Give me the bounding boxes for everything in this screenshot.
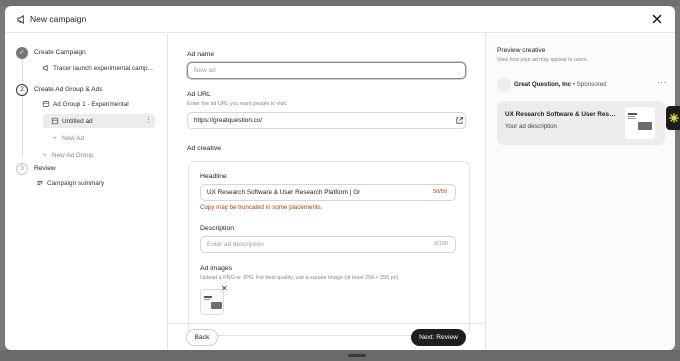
back-button[interactable]: Back xyxy=(186,329,218,346)
steps-rail: ✓ Create Campaign Tracer launch experime… xyxy=(5,34,167,350)
ad-name-input[interactable]: New ad xyxy=(187,62,466,79)
preview-description: Your ad description xyxy=(505,123,557,130)
sponsored-label: • Sponsored xyxy=(571,81,607,88)
ad-name-label: Ad name xyxy=(187,51,215,58)
ad-form: Ad name New ad Ad URL Enter the ad URL y… xyxy=(168,34,485,350)
more-vertical-icon[interactable]: ⋮ xyxy=(145,116,152,126)
campaign-summary-link[interactable]: Campaign summary xyxy=(47,180,104,187)
headline-counter: 50/50 xyxy=(433,189,447,195)
preview-image xyxy=(625,107,655,139)
plus-icon: + xyxy=(53,135,57,142)
sidebar-item-selected-ad[interactable] xyxy=(43,114,155,128)
headline-warning: Copy may be truncated in some placements… xyxy=(200,204,323,211)
step-2-number: 2 xyxy=(16,84,28,96)
backdrop-handle xyxy=(348,354,366,357)
company-name: Great Question, Inc xyxy=(514,81,572,88)
backdrop-bottom xyxy=(0,350,680,361)
step-create-campaign[interactable]: Create Campaign xyxy=(34,49,86,56)
side-tab-launcher[interactable] xyxy=(666,106,680,130)
sidebar-item-ad-group[interactable]: Ad Group 1 - Experimental xyxy=(53,101,129,108)
step-review[interactable]: Review xyxy=(34,165,56,172)
description-counter: 0/100 xyxy=(434,241,448,247)
ad-images-hint: Upload a PNG or JPG. For best quality, u… xyxy=(200,275,400,281)
plus-icon: + xyxy=(43,152,47,159)
sidebar-item-ad-label: Untitled ad xyxy=(62,118,93,125)
remove-image-icon[interactable]: ✕ xyxy=(221,284,228,293)
preview-company: Great Question, Inc • Sponsored xyxy=(514,81,607,88)
ad-creative-label: Ad creative xyxy=(187,145,222,152)
footer-divider xyxy=(168,323,485,324)
modal-title: New campaign xyxy=(30,14,87,24)
step-3-number: 3 xyxy=(16,163,28,175)
headline-input[interactable]: UX Research Software & User Research Pla… xyxy=(200,184,456,201)
ad-icon xyxy=(51,117,59,125)
preview-subtitle: View how your ad may appear to users. xyxy=(497,57,589,63)
rail-connector xyxy=(21,58,23,82)
folder-icon xyxy=(42,101,50,107)
more-horizontal-icon[interactable]: ··· xyxy=(657,78,667,87)
company-avatar xyxy=(497,78,511,92)
headline-label: Headline xyxy=(200,173,227,180)
next-review-button[interactable]: Next: Review xyxy=(411,329,466,346)
sidebar-item-campaign[interactable]: Tracer launch experimental camp... xyxy=(53,65,153,72)
sparkle-icon xyxy=(669,113,679,123)
new-ad-link[interactable]: New Ad xyxy=(62,135,84,142)
description-label: Description xyxy=(200,225,234,232)
ad-url-hint: Enter the ad URL you want people to visi… xyxy=(187,101,288,107)
list-icon xyxy=(37,181,43,185)
external-link-icon[interactable] xyxy=(455,116,464,125)
preview-panel: Preview creative View how your ad may ap… xyxy=(486,34,675,350)
preview-headline: UX Research Software & User Resea... xyxy=(505,111,619,118)
close-icon[interactable] xyxy=(650,12,664,26)
new-ad-group-link[interactable]: New Ad Group xyxy=(52,152,94,159)
ad-images-label: Ad images xyxy=(200,265,233,272)
step-1-check-icon: ✓ xyxy=(16,47,28,59)
ad-url-label: Ad URL xyxy=(187,91,211,98)
preview-ad-card: UX Research Software & User Resea... You… xyxy=(497,101,665,145)
new-campaign-modal: New campaign ✓ Create Campaign Tracer la… xyxy=(5,6,675,350)
megaphone-icon xyxy=(17,15,24,24)
step-create-ad-group[interactable]: Create Ad Group & Ads xyxy=(34,86,103,93)
modal-header: New campaign xyxy=(5,6,675,33)
preview-title: Preview creative xyxy=(497,47,546,54)
rail-connector xyxy=(21,96,23,156)
ad-url-input[interactable]: https://greatquestion.co/ xyxy=(187,112,466,129)
description-input[interactable]: Enter ad description xyxy=(200,236,456,253)
megaphone-icon xyxy=(42,64,48,72)
